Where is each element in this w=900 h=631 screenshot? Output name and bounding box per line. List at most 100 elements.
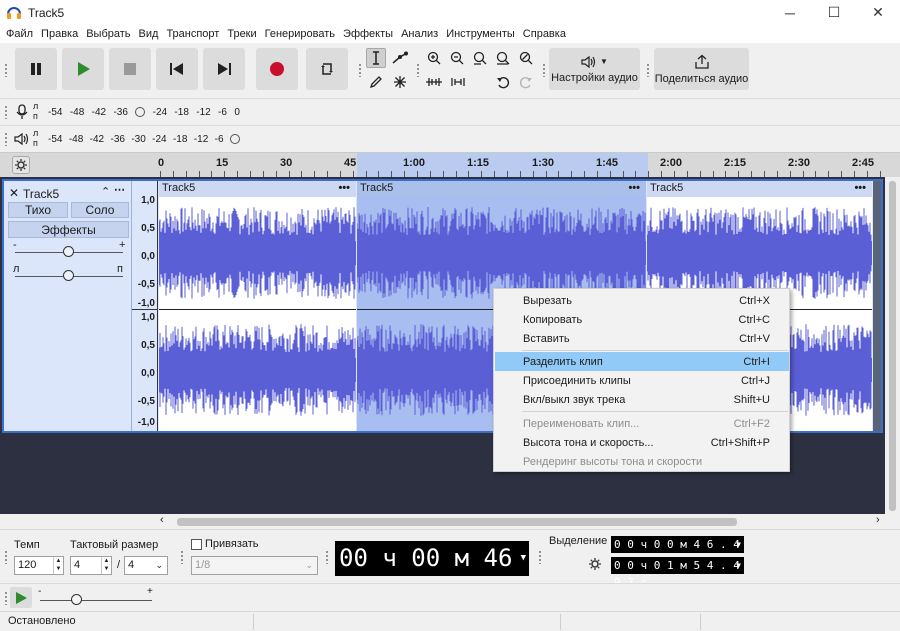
- skip-to-start-button[interactable]: [156, 48, 198, 90]
- effects-button[interactable]: Эффекты: [8, 221, 129, 238]
- playback-level-knob[interactable]: [229, 134, 240, 144]
- play-speed-grip-icon[interactable]: [4, 591, 8, 605]
- selection-grip-icon[interactable]: [538, 550, 542, 564]
- menu-tools[interactable]: Инструменты: [442, 28, 519, 40]
- stop-button[interactable]: [109, 48, 151, 90]
- clip-menu-button[interactable]: •••: [338, 181, 350, 195]
- draw-tool-button[interactable]: [366, 72, 386, 92]
- clip-header[interactable]: Track5 •••: [357, 181, 646, 197]
- timeline-ruler[interactable]: 0 15 30 45 1:00 1:15 1:30 1:45 2:00 2:15…: [0, 152, 900, 178]
- playback-meter-grip-icon[interactable]: [4, 132, 8, 146]
- audio-setup-grip-icon[interactable]: [542, 63, 546, 77]
- menu-analyze[interactable]: Анализ: [397, 28, 442, 40]
- ctx-join-clips[interactable]: Присоединить клипы Ctrl+J: [495, 371, 789, 390]
- timeline-settings-button[interactable]: [12, 156, 30, 174]
- record-button[interactable]: [256, 48, 298, 90]
- maximize-button[interactable]: ☐: [812, 0, 856, 25]
- silence-audio-button[interactable]: [448, 72, 468, 92]
- pause-button[interactable]: [15, 48, 57, 90]
- collapse-track-icon[interactable]: ⌃: [101, 185, 110, 198]
- ctx-pitch-speed[interactable]: Высота тона и скорость... Ctrl+Shift+P: [495, 433, 789, 452]
- solo-button[interactable]: Соло: [71, 202, 129, 218]
- envelope-tool-button[interactable]: [390, 48, 410, 68]
- numerator-spin-arrows-icon[interactable]: ▲ ▼: [101, 557, 111, 574]
- audio-position-display[interactable]: 00 ч 00 м 46 с ▼: [335, 541, 529, 607]
- time-format-dropdown-icon[interactable]: ▼: [521, 541, 526, 576]
- play-button[interactable]: [62, 48, 104, 90]
- time-signature-denominator[interactable]: 4 ⌄: [124, 556, 168, 575]
- menu-transport[interactable]: Транспорт: [162, 28, 223, 40]
- track-vertical-scale[interactable]: 1,0 0,5 0,0 -0,5 -1,0 1,0 0,5 0,0 -0,5 -…: [132, 181, 158, 431]
- time-format-dropdown-icon[interactable]: ▼: [736, 536, 741, 553]
- scroll-left-icon[interactable]: ‹: [160, 514, 164, 526]
- track-name[interactable]: Track5: [23, 187, 59, 201]
- close-button[interactable]: ✕: [856, 0, 900, 25]
- menu-tracks[interactable]: Треки: [223, 28, 260, 40]
- clip-menu-button[interactable]: •••: [854, 181, 866, 195]
- tempo-spin-arrows-icon[interactable]: ▲ ▼: [53, 557, 63, 574]
- ctx-paste[interactable]: Вставить Ctrl+V: [495, 329, 789, 348]
- record-meter-grip-icon[interactable]: [4, 105, 8, 119]
- menu-select[interactable]: Выбрать: [82, 28, 134, 40]
- toolbar-grip-icon[interactable]: [4, 63, 8, 77]
- selection-start-display[interactable]: 0 0 ч 0 0 м 4 6 . 4 3 4 с ▼: [611, 536, 744, 568]
- speaker-icon[interactable]: [14, 131, 30, 147]
- undo-button[interactable]: [493, 72, 513, 92]
- menu-view[interactable]: Вид: [135, 28, 163, 40]
- scroll-right-icon[interactable]: ›: [876, 514, 880, 526]
- zoom-in-button[interactable]: [424, 48, 444, 68]
- menu-effects[interactable]: Эффекты: [339, 28, 397, 40]
- audio-clip[interactable]: Track5 •••: [159, 181, 356, 431]
- selection-tool-button[interactable]: [366, 48, 386, 68]
- zoom-out-button[interactable]: [447, 48, 467, 68]
- record-meter[interactable]: -54 -48 -42 -36 -24 -18 -12 -6 0: [48, 105, 240, 119]
- menu-help[interactable]: Справка: [519, 28, 570, 40]
- minimize-button[interactable]: ─: [768, 0, 812, 25]
- close-track-icon[interactable]: ✕: [9, 186, 19, 200]
- audio-settings-button[interactable]: ▼ Настройки аудио: [549, 48, 640, 90]
- fit-selection-button[interactable]: [470, 48, 490, 68]
- zoom-toggle-button[interactable]: [516, 48, 536, 68]
- trim-audio-button[interactable]: [424, 72, 444, 92]
- speed-slider-thumb[interactable]: [71, 594, 82, 605]
- snap-grip-icon[interactable]: [180, 550, 184, 564]
- clip-menu-button[interactable]: •••: [628, 181, 640, 195]
- ctx-split-clip[interactable]: Разделить клип Ctrl+I: [495, 352, 789, 371]
- loop-button[interactable]: [306, 48, 348, 90]
- pan-slider-thumb[interactable]: [63, 270, 74, 281]
- multi-tool-button[interactable]: [390, 72, 410, 92]
- microphone-icon[interactable]: [14, 104, 30, 120]
- time-signature-grip-icon[interactable]: [4, 550, 8, 564]
- record-level-knob[interactable]: [135, 107, 146, 117]
- mute-button[interactable]: Тихо: [8, 202, 68, 218]
- menu-edit[interactable]: Правка: [37, 28, 82, 40]
- clip-header[interactable]: Track5 •••: [159, 181, 356, 197]
- horizontal-scroll-thumb[interactable]: [177, 518, 737, 526]
- time-grip-icon[interactable]: [325, 550, 329, 564]
- zoom-grip-icon[interactable]: [416, 63, 420, 77]
- vertical-scrollbar[interactable]: [885, 177, 900, 514]
- vertical-scroll-thumb[interactable]: [889, 181, 896, 511]
- selection-end-display[interactable]: 0 0 ч 0 1 м 5 4 . 4 9 7 с ▼: [611, 557, 744, 589]
- menu-file[interactable]: Файл: [2, 28, 37, 40]
- clip-header[interactable]: Track5 •••: [647, 181, 872, 197]
- selection-settings-button[interactable]: [586, 555, 604, 573]
- track-menu-icon[interactable]: ⋯: [114, 183, 125, 196]
- ctx-cut[interactable]: Вырезать Ctrl+X: [495, 291, 789, 310]
- play-at-speed-button[interactable]: [10, 587, 32, 608]
- ctx-copy[interactable]: Копировать Ctrl+C: [495, 310, 789, 329]
- ctx-toggle-mute[interactable]: Вкл/выкл звук трека Shift+U: [495, 390, 789, 409]
- menu-generate[interactable]: Генерировать: [261, 28, 339, 40]
- share-audio-button[interactable]: Поделиться аудио: [654, 48, 749, 90]
- playback-meter[interactable]: -54 -48 -42 -36 -30 -24 -18 -12 -6: [48, 132, 240, 146]
- redo-button[interactable]: [516, 72, 536, 92]
- tempo-input[interactable]: 120 ▲ ▼: [14, 556, 64, 575]
- time-format-dropdown-icon[interactable]: ▼: [736, 557, 741, 574]
- horizontal-scrollbar[interactable]: ‹ ›: [0, 514, 900, 529]
- fit-project-button[interactable]: [493, 48, 513, 68]
- share-grip-icon[interactable]: [646, 63, 650, 77]
- gain-slider-thumb[interactable]: [63, 246, 74, 257]
- skip-to-end-button[interactable]: [203, 48, 245, 90]
- time-signature-numerator[interactable]: 4 ▲ ▼: [70, 556, 112, 575]
- tools-grip-icon[interactable]: [358, 63, 362, 77]
